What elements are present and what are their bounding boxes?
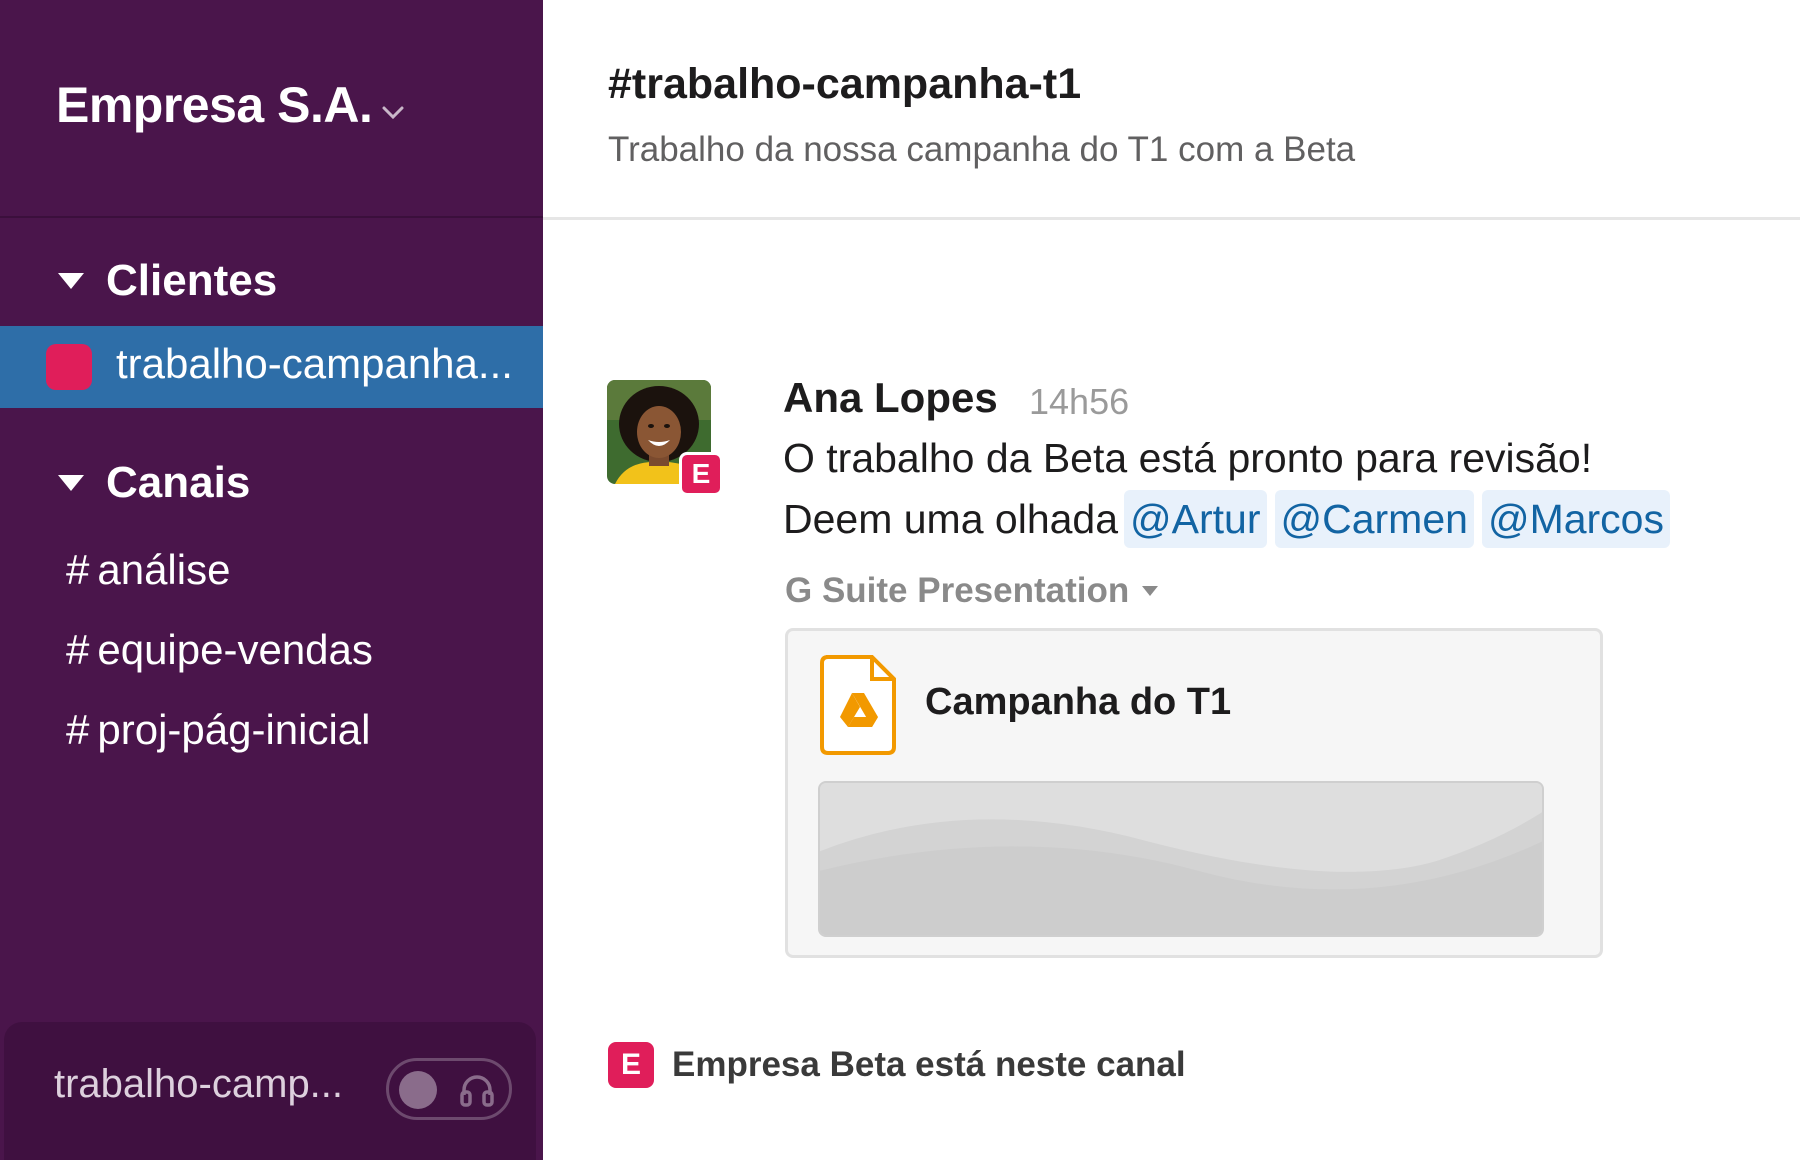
message-timestamp[interactable]: 14h56 [1029,381,1129,423]
workspace-header[interactable]: Empresa S.A. [0,0,543,218]
google-drive-icon [820,655,896,755]
file-attachment-card[interactable]: Campanha do T1 [785,628,1603,958]
attachment-type-label: G Suite Presentation [785,571,1130,610]
sidebar: Empresa S.A. Clientes trabalho-campanha.… [0,0,543,1160]
external-org-badge: E [679,452,723,496]
sidebar-item-trabalho-campanha[interactable]: trabalho-campanha... [0,326,543,408]
triangle-down-icon[interactable] [56,472,86,494]
channel-topic: Trabalho da nossa campanha do T1 com a B… [608,130,1356,169]
huddle-bar: trabalho-camp... [4,1022,536,1160]
section-canais[interactable]: Canais [56,458,250,508]
chevron-down-icon[interactable] [380,102,406,122]
message-text-line-1: O trabalho da Beta está pronto para revi… [783,435,1593,481]
sidebar-item-label: trabalho-campanha... [116,340,513,387]
shared-channel-text[interactable]: Empresa Beta está neste canal [672,1045,1186,1085]
section-clientes[interactable]: Clientes [56,256,277,306]
sidebar-item-label: análise [97,546,231,593]
headphones-icon [460,1075,494,1107]
sidebar-item-label: proj-pág-inicial [97,706,371,753]
caret-down-icon [1142,586,1159,596]
main-pane: #trabalho-campanha-t1 Trabalho da nossa … [543,0,1800,1160]
attachment-type-toggle[interactable]: G Suite Presentation [785,571,1159,611]
preview-wave-icon [820,783,1542,935]
huddle-channel-label: trabalho-camp... [54,1062,344,1106]
channel-header: #trabalho-campanha-t1 Trabalho da nossa … [543,0,1800,220]
hash-icon: # [66,626,90,673]
mention-marcos[interactable]: @Marcos [1481,490,1670,548]
hash-icon: # [66,546,90,593]
external-org-badge: E [608,1042,654,1088]
file-title[interactable]: Campanha do T1 [925,681,1231,724]
triangle-down-icon[interactable] [56,270,86,292]
workspace-name[interactable]: Empresa S.A. [56,76,373,134]
sidebar-item-proj-pag-inicial[interactable]: # proj-pág-inicial [66,706,370,754]
message: E Ana Lopes 14h56 O trabalho da Beta est… [607,374,1757,980]
avatar-wrap[interactable]: E [607,380,727,500]
toggle-knob [399,1071,437,1109]
section-canais-label: Canais [106,458,251,507]
message-text-line-2: Deem uma olhada @Artur @Carmen @Marcos [783,490,1670,548]
sidebar-item-label: equipe-vendas [97,626,373,673]
mention-artur[interactable]: @Artur [1124,490,1267,548]
mention-carmen[interactable]: @Carmen [1274,490,1474,548]
sidebar-item-equipe-vendas[interactable]: # equipe-vendas [66,626,373,674]
file-preview[interactable] [818,781,1544,937]
message-text-prefix: Deem uma olhada [783,495,1119,542]
channel-title[interactable]: #trabalho-campanha-t1 [608,60,1081,109]
sidebar-item-analise[interactable]: # análise [66,546,230,594]
huddle-toggle[interactable] [386,1058,512,1120]
section-clientes-label: Clientes [106,256,278,305]
app-window: Empresa S.A. Clientes trabalho-campanha.… [0,0,1800,1160]
hash-icon: # [66,706,90,753]
author-name[interactable]: Ana Lopes [783,374,998,422]
shared-channel-notice: E Empresa Beta está neste canal [608,1042,1186,1088]
channel-org-icon [46,344,92,390]
